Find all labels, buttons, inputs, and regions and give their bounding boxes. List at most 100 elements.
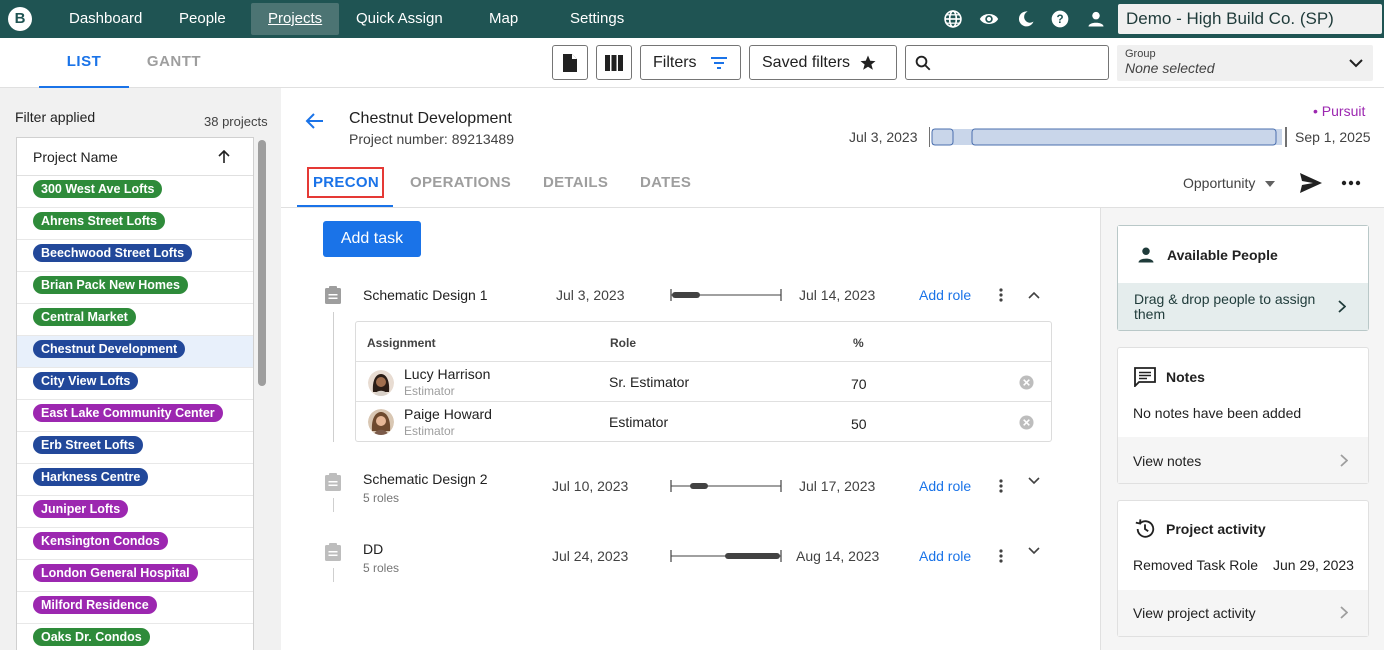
project-activity-card: Project activity Removed Task Role Jun 2… (1117, 500, 1369, 637)
filters-button[interactable]: Filters (640, 45, 741, 80)
help-icon[interactable]: ? (1050, 9, 1070, 29)
stage-select[interactable]: Opportunity (1183, 175, 1276, 191)
project-chip: Milford Residence (33, 596, 157, 614)
eye-icon[interactable] (978, 9, 1000, 29)
list-item[interactable]: Harkness Centre (17, 464, 253, 496)
clipboard-icon (325, 543, 341, 561)
task-timeline (670, 550, 782, 562)
task-name[interactable]: Schematic Design 1 (363, 287, 488, 303)
nav-people[interactable]: People (179, 3, 226, 35)
assignment-percent[interactable]: 70 (851, 376, 867, 392)
export-document-button[interactable] (552, 45, 588, 80)
nav-quick-assign[interactable]: Quick Assign (356, 3, 443, 35)
add-task-button[interactable]: Add task (323, 221, 421, 257)
list-item[interactable]: Chestnut Development (17, 336, 253, 368)
remove-assignment-icon[interactable] (1019, 375, 1034, 390)
list-item[interactable]: Erb Street Lofts (17, 432, 253, 464)
moon-icon[interactable] (1016, 9, 1036, 29)
project-list-panel: Filter applied 38 projects Project Name … (0, 88, 281, 650)
send-icon[interactable] (1299, 172, 1323, 194)
view-notes-link[interactable]: View notes (1118, 437, 1368, 483)
task-name[interactable]: DD (363, 541, 383, 557)
more-vertical-icon[interactable] (999, 479, 1003, 493)
svg-text:?: ? (1056, 13, 1063, 26)
tab-dates[interactable]: DATES (640, 170, 691, 208)
list-item[interactable]: Beechwood Street Lofts (17, 240, 253, 272)
chevron-down-icon[interactable] (1028, 547, 1040, 555)
app-logo[interactable]: B (8, 7, 32, 31)
project-chip: Central Market (33, 308, 136, 326)
history-icon (1135, 519, 1155, 538)
more-vertical-icon[interactable] (999, 549, 1003, 563)
nav-dashboard[interactable]: Dashboard (69, 3, 142, 35)
project-chip: Beechwood Street Lofts (33, 244, 193, 262)
task-roles-count: 5 roles (363, 561, 400, 575)
add-role-button[interactable]: Add role (919, 287, 971, 303)
available-people-title: Available People (1167, 247, 1278, 263)
chevron-down-icon[interactable] (1028, 477, 1040, 485)
percent-column-header: % (853, 336, 864, 350)
list-item[interactable]: East Lake Community Center (17, 400, 253, 432)
assignee-name[interactable]: Paige Howard (404, 406, 492, 422)
task-roles-count: 5 roles (363, 491, 400, 505)
assignment-role[interactable]: Sr. Estimator (609, 374, 689, 390)
assignment-role[interactable]: Estimator (609, 414, 668, 430)
list-item[interactable]: Juniper Lofts (17, 496, 253, 528)
add-role-button[interactable]: Add role (919, 478, 971, 494)
nav-map[interactable]: Map (489, 3, 518, 35)
nav-settings[interactable]: Settings (570, 3, 624, 35)
view-project-activity-link[interactable]: View project activity (1118, 590, 1368, 636)
list-item[interactable]: Central Market (17, 304, 253, 336)
filters-label: Filters (653, 53, 697, 71)
chevron-up-icon[interactable] (1028, 291, 1040, 299)
list-item[interactable]: Oaks Dr. Condos (17, 624, 253, 650)
add-role-button[interactable]: Add role (919, 548, 971, 564)
back-arrow-icon[interactable] (305, 111, 325, 131)
project-chip: 300 West Ave Lofts (33, 180, 163, 198)
project-chip: Oaks Dr. Condos (33, 628, 150, 646)
globe-icon[interactable] (943, 9, 963, 29)
project-name-column-header[interactable]: Project Name (17, 138, 253, 176)
sort-ascending-icon[interactable] (217, 150, 231, 164)
project-timeline-bar (929, 127, 1287, 147)
tab-gantt[interactable]: GANTT (130, 38, 218, 88)
more-horizontal-icon[interactable] (1341, 180, 1361, 186)
assignee-title: Estimator (404, 424, 455, 438)
task-name[interactable]: Schematic Design 2 (363, 471, 488, 487)
tab-operations[interactable]: OPERATIONS (410, 170, 511, 208)
list-item[interactable]: Ahrens Street Lofts (17, 208, 253, 240)
search-field[interactable] (905, 45, 1109, 80)
assignee-name[interactable]: Lucy Harrison (404, 366, 490, 382)
more-vertical-icon[interactable] (999, 288, 1003, 302)
available-people-card: Available People Drag & drop people to a… (1117, 225, 1369, 331)
remove-assignment-icon[interactable] (1019, 415, 1034, 430)
project-list-scrollbar[interactable] (258, 140, 266, 386)
person-icon[interactable] (1086, 9, 1106, 29)
list-item[interactable]: Brian Pack New Homes (17, 272, 253, 304)
tab-list[interactable]: LIST (39, 38, 129, 88)
drag-drop-hint[interactable]: Drag & drop people to assign them (1118, 283, 1368, 330)
list-item[interactable]: City View Lofts (17, 368, 253, 400)
assignment-percent[interactable]: 50 (851, 416, 867, 432)
list-item[interactable]: London General Hospital (17, 560, 253, 592)
assignee-title: Estimator (404, 384, 455, 398)
nav-projects[interactable]: Projects (251, 3, 340, 35)
list-item[interactable]: Milford Residence (17, 592, 253, 624)
group-select[interactable]: Group None selected (1117, 45, 1373, 81)
project-count: 38 projects (204, 114, 268, 129)
account-switcher[interactable]: Demo - High Build Co. (SP) (1118, 4, 1382, 34)
view-activity-label: View project activity (1133, 605, 1256, 621)
project-chip: Erb Street Lofts (33, 436, 143, 454)
document-icon (563, 53, 577, 72)
list-item[interactable]: Kensington Condos (17, 528, 253, 560)
saved-filters-button[interactable]: Saved filters (749, 45, 897, 80)
list-item[interactable]: 300 West Ave Lofts (17, 176, 253, 208)
view-notes-label: View notes (1133, 453, 1202, 469)
task-connector-line (333, 498, 334, 512)
assignments-table: Assignment Role % Lucy Harrison Estimato… (355, 321, 1052, 442)
columns-button[interactable] (596, 45, 632, 80)
filter-applied-label: Filter applied (15, 109, 96, 125)
filter-lines-icon (710, 56, 727, 69)
project-chip: Harkness Centre (33, 468, 149, 486)
tab-details[interactable]: DETAILS (543, 170, 608, 208)
